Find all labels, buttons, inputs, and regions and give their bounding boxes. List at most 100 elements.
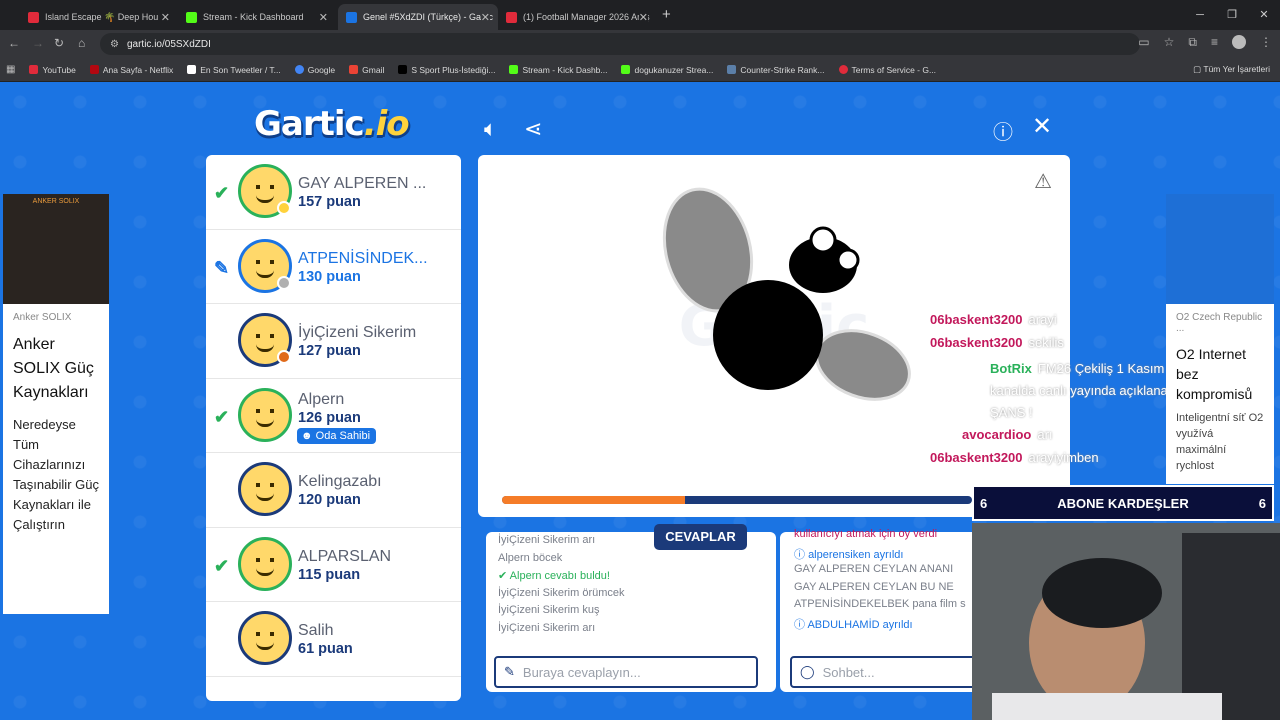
chat-text: ABDULHAMİD ayrıldı [807, 618, 913, 631]
chat-panel: ◯ Sohbet... kullanıcıyı atmak için oy ve… [780, 528, 980, 692]
overlay-chat-user: 06baskent3200 [930, 312, 1023, 327]
chat-input[interactable]: ◯ Sohbet... [790, 656, 980, 688]
tab-kick-dashboard[interactable]: Stream - Kick Dashboard ✕ [178, 4, 336, 30]
ad-banner-text: ANKER SOLIX [32, 198, 80, 205]
bookmark-label: Stream - Kick Dashb... [522, 64, 608, 75]
player-row[interactable]: ✔ GAY ALPEREN ... 157 puan [206, 155, 461, 230]
person-cap [1042, 558, 1162, 628]
bookmark-gmail[interactable]: Gmail [349, 65, 384, 75]
chat-line: ATPENİSİNDEKELBEK pana film s [794, 598, 966, 610]
player-score: 157 puan [298, 194, 361, 210]
player-row[interactable]: ✔ Alpern 126 puan ☻ Oda Sahibi [206, 379, 461, 453]
close-window-icon[interactable]: ✕ [1248, 0, 1280, 30]
answer-text: İyiÇizeni Sikerim arı [498, 621, 596, 634]
tab-football-manager[interactable]: (1) Football Manager 2026 Araş ✕ [498, 4, 656, 30]
close-icon[interactable]: ✕ [1032, 112, 1052, 141]
bookmark-netflix[interactable]: Ana Sayfa - Netflix [89, 65, 173, 75]
cast-icon[interactable]: ▭ [1138, 35, 1149, 50]
close-icon[interactable]: ✕ [161, 11, 170, 24]
back-icon[interactable]: ← [8, 36, 20, 50]
chat-text: kullanıcıyı atmak için oy verdi [794, 528, 938, 540]
close-icon[interactable]: ✕ [638, 10, 648, 24]
apps-icon[interactable]: ▦ [6, 64, 15, 75]
report-icon[interactable]: ⚠ [1034, 169, 1052, 194]
minimize-icon[interactable]: ─ [1184, 0, 1216, 30]
player-score: 126 puan [298, 409, 361, 426]
bookmark-star-icon[interactable]: ☆ [1164, 35, 1175, 50]
ad-body: Neredeyse Tüm Cihazlarınızı Taşınabilir … [13, 417, 99, 532]
chat-text: GAY ALPEREN CEYLAN ANANI [794, 563, 954, 575]
answers-tab-label[interactable]: CEVAPLAR [654, 524, 747, 550]
bookmark-dogukanuzer[interactable]: dogukanuzer Strea... [621, 65, 713, 75]
extensions-icon[interactable]: ⧉ [1188, 35, 1197, 50]
answer-text: Alpern cevabı buldu! [509, 570, 610, 582]
forward-icon[interactable]: → [32, 36, 44, 50]
browser-tabstrip: Island Escape 🌴 Deep Hou ✕ Stream - Kick… [0, 0, 1280, 30]
player-row[interactable]: ✔ ALPARSLAN 115 puan [206, 528, 461, 602]
tab-label: (1) Football Manager 2026 Araş [523, 12, 650, 22]
player-score: 130 puan [298, 268, 361, 285]
overlay-chat-user: 06baskent3200 [930, 450, 1023, 465]
player-row[interactable]: ✎ ATPENİSİNDEK... 130 puan [206, 230, 461, 304]
share-icon[interactable]: ⋖ [524, 116, 542, 142]
overlay-chat-user: avocardioo [962, 427, 1032, 442]
chat-line: ⓘ alperensiken ayrıldı [794, 546, 903, 562]
window-controls: ─ ❐ ✕ [1184, 0, 1280, 30]
bookmark-x[interactable]: En Son Tweetler / T... [187, 65, 281, 75]
player-score: 61 puan [298, 641, 353, 657]
player-avatar [238, 611, 292, 665]
site-info-icon[interactable]: ⚙ [110, 39, 119, 50]
bookmark-youtube[interactable]: YouTube [29, 65, 76, 75]
sound-icon[interactable]: 🔈︎ [484, 116, 497, 142]
bookmark-ssport[interactable]: S Sport Plus-İstediği... [398, 65, 495, 75]
webcam-svg [972, 523, 1280, 720]
all-bookmarks[interactable]: ▢ Tüm Yer İşaretleri [1193, 64, 1270, 75]
logo-text: Gartic [254, 104, 365, 144]
player-name: Alpern [298, 390, 345, 408]
bookmark-google[interactable]: Google [294, 65, 335, 75]
ad-right[interactable]: O2 Czech Republic ... O2 Internet bez ko… [1166, 194, 1274, 484]
menu-icon[interactable]: ⋮ [1260, 35, 1272, 50]
bookmark-terms[interactable]: Terms of Service - G... [838, 64, 937, 75]
tab-gartic[interactable]: Genel #5XdZDI (Türkçe) - Gartic ✕ [338, 4, 498, 30]
player-row[interactable]: Kelingazabı 120 puan [206, 453, 461, 528]
player-row[interactable]: İyiÇizeni Sikerim 127 puan [206, 304, 461, 379]
overlay-chat-line: avocardioo arı [962, 427, 1053, 442]
close-icon[interactable]: ✕ [480, 10, 490, 24]
player-score: 115 puan [298, 566, 361, 583]
answer-text: İyiÇizeni Sikerim arı [498, 534, 596, 546]
timer-fill [502, 496, 686, 504]
overlay-chat-user: BotRix [990, 361, 1032, 376]
chat-bubble-icon: ◯ [800, 664, 815, 679]
address-bar[interactable]: ⚙ gartic.io/05SXdZDI [100, 33, 1140, 55]
pin-icon [838, 65, 848, 74]
overlay-chat-msg: arayi [1028, 312, 1057, 327]
profile-avatar[interactable] [1232, 35, 1246, 49]
bookmark-label: S Sport Plus-İstediği... [411, 64, 496, 75]
browser-toolbar: ← → ↻ ⌂ ⚙ gartic.io/05SXdZDI ▭ ☆ ⧉ ≡ ⋮ [0, 30, 1280, 58]
answer-input[interactable]: ✎ Buraya cevaplayın... [494, 656, 758, 688]
ad-left[interactable]: ANKER SOLIX Anker SOLIX Anker SOLIX Güç … [3, 194, 109, 614]
chat-line: GAY ALPEREN CEYLAN BU NE [794, 581, 954, 593]
reload-icon[interactable]: ↻ [54, 36, 64, 50]
close-icon[interactable]: ✕ [319, 11, 328, 24]
ad-body: Inteligentní síť O2 využívá maximální ry… [1176, 412, 1264, 472]
maximize-icon[interactable]: ❐ [1216, 0, 1248, 30]
bookmark-counter-strike[interactable]: Counter-Strike Rank... [727, 65, 825, 75]
bookmark-kick[interactable]: Stream - Kick Dashb... [509, 65, 607, 75]
info-icon[interactable]: ⓘ [993, 116, 1013, 145]
overlay-chat-msg: arayiyimben [1028, 450, 1099, 465]
chat-line: ⓘ ABDULHAMİD ayrıldı [794, 616, 913, 632]
bookmark-label: Terms of Service - G... [851, 64, 937, 75]
new-tab-button[interactable]: + [662, 6, 671, 23]
player-score: 120 puan [298, 492, 361, 508]
media-icon[interactable]: ≡ [1211, 35, 1218, 50]
tab-island-escape[interactable]: Island Escape 🌴 Deep Hou ✕ [20, 4, 178, 30]
home-icon[interactable]: ⌂ [78, 36, 85, 50]
answer-text: İyiÇizeni Sikerim örümcek [498, 586, 625, 599]
avatar-mouth [256, 419, 274, 427]
banner-text: ABONE KARDEŞLER [1057, 496, 1189, 511]
bookmarks-bar: ▦ YouTube Ana Sayfa - Netflix En Son Twe… [0, 58, 1280, 82]
player-row[interactable]: Salih 61 puan [206, 602, 461, 677]
netflix-icon [89, 65, 99, 74]
